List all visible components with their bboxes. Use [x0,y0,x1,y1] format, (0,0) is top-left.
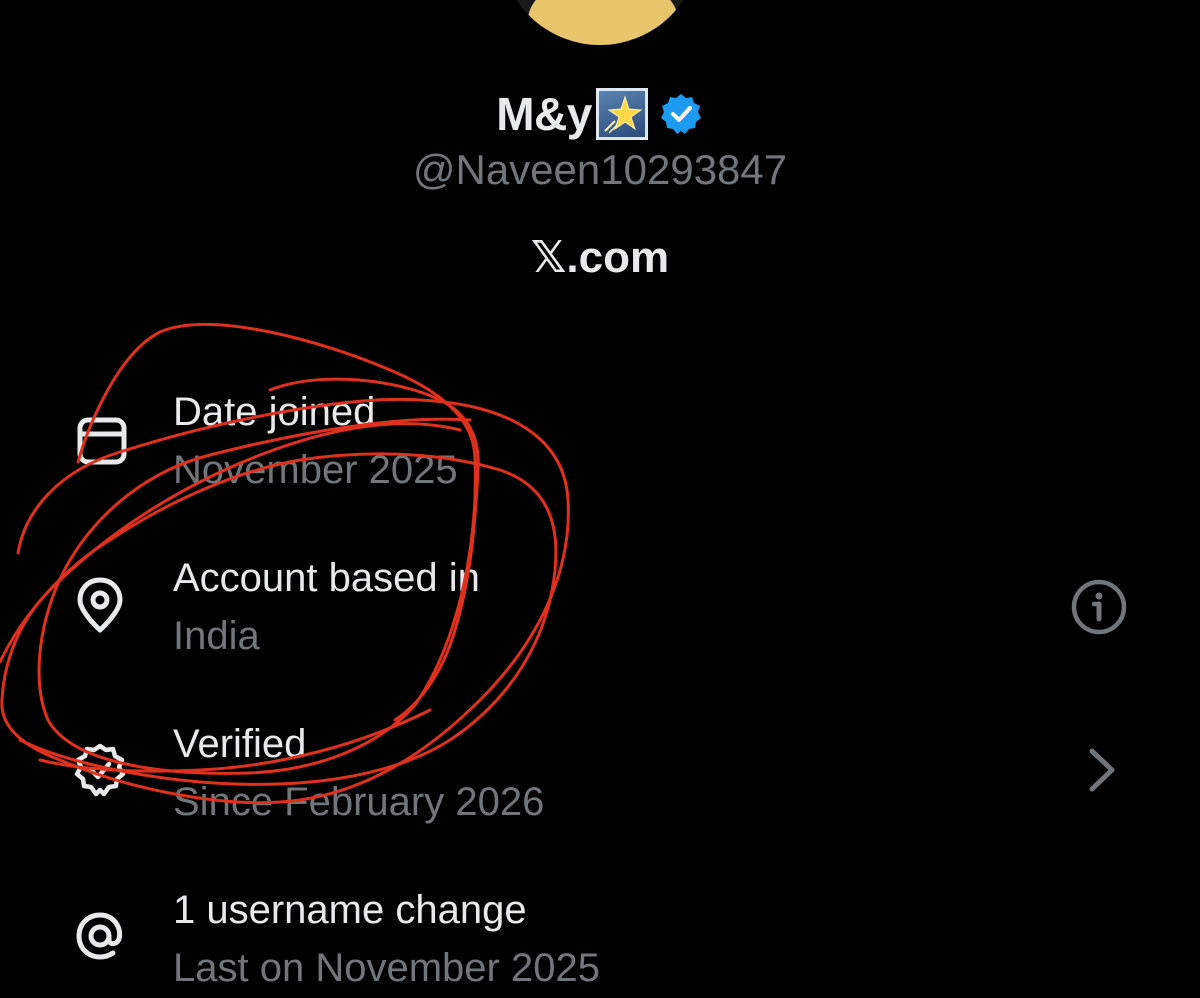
verified-badge-icon[interactable] [658,91,704,137]
info-icon[interactable] [1070,578,1128,636]
glowing-star-emoji-icon [595,88,648,140]
chevron-right-icon[interactable] [1080,745,1124,795]
profile-name-row: M&y [0,84,1200,144]
avatar[interactable] [500,0,700,45]
profile-handle: @Naveen10293847 [412,146,788,193]
profile-website-link[interactable]: 𝕏.com [0,232,1200,283]
detail-title: Verified [173,722,307,766]
detail-row-username-change: 1 username change Last on November 2025 [0,878,1200,998]
detail-value: Last on November 2025 [173,946,600,990]
detail-value: Since February 2026 [173,780,545,824]
avatar-image [528,0,678,45]
at-sign-icon [76,912,123,960]
detail-title: 1 username change [173,888,527,932]
detail-value: November 2025 [173,448,458,492]
detail-title: Date joined [173,390,376,434]
location-pin-icon [77,577,123,633]
display-name: M&y [496,88,592,140]
calendar-icon [77,417,127,465]
detail-row-verified[interactable]: Verified Since February 2026 [0,712,1200,832]
detail-title: Account based in [173,556,480,600]
detail-value: India [173,614,260,658]
detail-row-account-based-in[interactable]: Account based in India [0,546,1200,666]
detail-row-date-joined: Date joined November 2025 [0,380,1200,500]
verified-badge-icon [74,743,126,797]
